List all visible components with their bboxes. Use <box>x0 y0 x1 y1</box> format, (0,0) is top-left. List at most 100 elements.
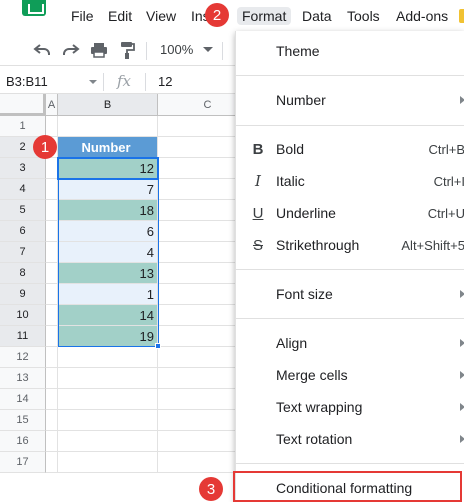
select-all-corner[interactable] <box>0 94 46 116</box>
row-header-9[interactable]: 9 <box>0 284 46 305</box>
cell-a16[interactable] <box>46 431 58 452</box>
conditional-formatting-highlight <box>233 471 462 502</box>
cell-b4[interactable]: 7 <box>58 179 158 200</box>
cell-a14[interactable] <box>46 389 58 410</box>
cell-b6[interactable]: 6 <box>58 221 158 242</box>
menu-file[interactable]: File <box>71 7 94 25</box>
menu-item-number[interactable]: Number <box>236 84 464 116</box>
cell-b3[interactable]: 12 <box>58 158 158 179</box>
cell-a5[interactable] <box>46 200 58 221</box>
menu-divider <box>236 125 464 126</box>
undo-icon[interactable] <box>32 40 52 60</box>
menu-format[interactable]: Format <box>237 7 292 25</box>
step-badge-3: 3 <box>199 477 223 501</box>
menu-item-label: Font size <box>276 286 333 302</box>
cell-a1[interactable] <box>46 116 58 137</box>
formula-input[interactable]: 12 <box>158 74 172 89</box>
menu-item-label: Text wrapping <box>276 399 363 415</box>
cell-b7[interactable]: 4 <box>58 242 158 263</box>
row-header-13[interactable]: 13 <box>0 368 46 389</box>
menu-item-align[interactable]: Align <box>236 327 464 359</box>
submenu-arrow-icon <box>460 435 464 443</box>
cell-b8[interactable]: 13 <box>58 263 158 284</box>
cell-b12[interactable] <box>58 347 158 368</box>
redo-icon[interactable] <box>61 40 81 60</box>
submenu-arrow-icon <box>460 290 464 298</box>
cell-a10[interactable] <box>46 305 58 326</box>
paint-format-icon[interactable] <box>117 40 137 60</box>
menu-item-bold[interactable]: B Bold Ctrl+B <box>236 133 464 165</box>
cell-a4[interactable] <box>46 179 58 200</box>
menu-item-label: Italic <box>276 173 305 189</box>
row-header-14[interactable]: 14 <box>0 389 46 410</box>
column-header-b[interactable]: B <box>58 94 158 116</box>
menu-item-label: Bold <box>276 141 305 157</box>
menu-tools[interactable]: Tools <box>347 7 380 25</box>
cell-b14[interactable] <box>58 389 158 410</box>
cell-a15[interactable] <box>46 410 58 431</box>
row-header-12[interactable]: 12 <box>0 347 46 368</box>
cell-b13[interactable] <box>58 368 158 389</box>
cell-b11[interactable]: 19 <box>58 326 158 347</box>
cell-a9[interactable] <box>46 284 58 305</box>
zoom-select[interactable]: 100% <box>160 42 193 57</box>
cell-b9[interactable]: 1 <box>58 284 158 305</box>
underline-icon: U <box>252 204 264 222</box>
row-header-15[interactable]: 15 <box>0 410 46 431</box>
menu-view[interactable]: View <box>146 7 176 25</box>
cell-a3[interactable] <box>46 158 58 179</box>
row-header-10[interactable]: 10 <box>0 305 46 326</box>
name-box-dropdown-icon[interactable] <box>89 80 97 84</box>
cell-b16[interactable] <box>58 431 158 452</box>
cell-a7[interactable] <box>46 242 58 263</box>
row-header-11[interactable]: 11 <box>0 326 46 347</box>
menu-divider <box>236 318 464 319</box>
row-header-8[interactable]: 8 <box>0 263 46 284</box>
menu-item-text-wrapping[interactable]: Text wrapping <box>236 391 464 423</box>
menu-divider <box>236 463 464 464</box>
row-header-1[interactable]: 1 <box>0 116 46 137</box>
menu-addons[interactable]: Add-ons <box>396 7 448 25</box>
cell-b5[interactable]: 18 <box>58 200 158 221</box>
row-header-4[interactable]: 4 <box>0 179 46 200</box>
cell-a8[interactable] <box>46 263 58 284</box>
cell-b2-header[interactable]: Number <box>58 137 158 158</box>
formula-divider <box>145 73 146 91</box>
cell-a17[interactable] <box>46 452 58 473</box>
menu-item-underline[interactable]: U Underline Ctrl+U <box>236 197 464 229</box>
menu-item-shortcut: Ctrl+U <box>427 205 464 221</box>
cell-a11[interactable] <box>46 326 58 347</box>
row-header-5[interactable]: 5 <box>0 200 46 221</box>
cell-a12[interactable] <box>46 347 58 368</box>
menu-item-font-size[interactable]: Font size <box>236 278 464 310</box>
row-header-17[interactable]: 17 <box>0 452 46 473</box>
fill-handle[interactable] <box>155 343 161 349</box>
menu-edit[interactable]: Edit <box>108 7 132 25</box>
print-icon[interactable] <box>89 40 109 60</box>
row-header-16[interactable]: 16 <box>0 431 46 452</box>
menu-item-strikethrough[interactable]: S Strikethrough Alt+Shift+5 <box>236 229 464 261</box>
cell-b17[interactable] <box>58 452 158 473</box>
menu-item-shortcut: Alt+Shift+5 <box>401 237 464 253</box>
cell-a6[interactable] <box>46 221 58 242</box>
toolbar-divider <box>222 42 223 60</box>
row-header-7[interactable]: 7 <box>0 242 46 263</box>
cell-a13[interactable] <box>46 368 58 389</box>
name-box[interactable]: B3:B11 <box>6 74 48 89</box>
step-badge-2: 2 <box>205 3 229 27</box>
zoom-dropdown-icon[interactable] <box>203 47 213 52</box>
menu-item-italic[interactable]: I Italic Ctrl+I <box>236 165 464 197</box>
menu-help-edge[interactable] <box>459 9 464 23</box>
cell-b10[interactable]: 14 <box>58 305 158 326</box>
sheets-logo-icon[interactable] <box>22 0 46 16</box>
column-header-a[interactable]: A <box>46 94 58 116</box>
menu-data[interactable]: Data <box>302 7 332 25</box>
menu-item-merge-cells[interactable]: Merge cells <box>236 359 464 391</box>
row-header-6[interactable]: 6 <box>0 221 46 242</box>
row-header-3[interactable]: 3 <box>0 158 46 179</box>
menu-item-text-rotation[interactable]: Text rotation <box>236 423 464 455</box>
menu-item-label: Strikethrough <box>276 237 360 253</box>
menu-item-theme[interactable]: Theme <box>236 35 464 67</box>
cell-b15[interactable] <box>58 410 158 431</box>
cell-b1[interactable] <box>58 116 158 137</box>
